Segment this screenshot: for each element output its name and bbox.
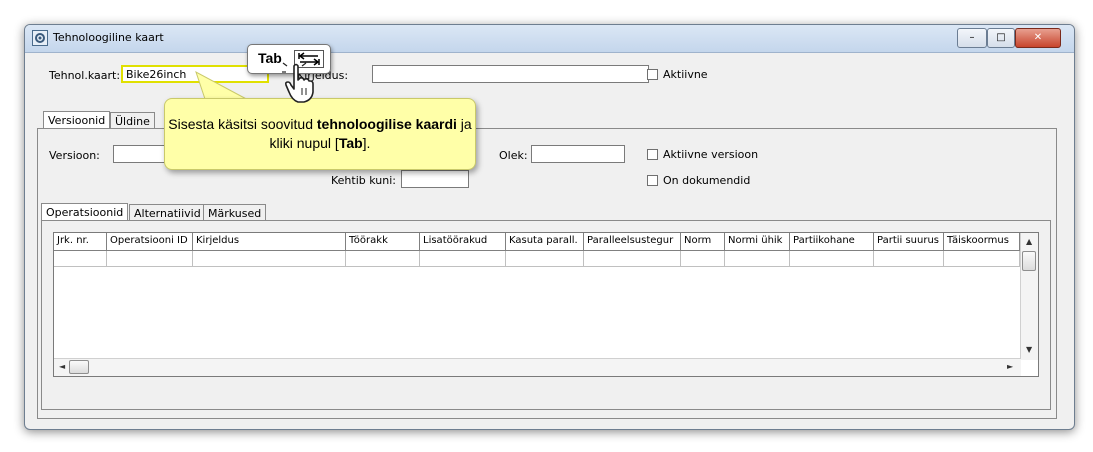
callout-pointer-cover [188, 68, 206, 78]
versioon-label: Versioon: [49, 149, 100, 162]
grid-header: Jrk. nr. Operatsiooni ID Kirjeldus Tööra… [54, 233, 1020, 251]
col-kasuta-parall[interactable]: Kasuta parall. [506, 233, 584, 251]
aktiivne-versioon-checkbox[interactable] [647, 149, 658, 160]
col-norm[interactable]: Norm [681, 233, 725, 251]
col-jrk-nr[interactable]: Jrk. nr. [54, 233, 107, 251]
on-dokumendid-label: On dokumendid [663, 174, 751, 187]
kirjeldus-input[interactable] [372, 65, 649, 83]
callout-bold-1: tehnoloogilise kaardi [316, 116, 457, 132]
callout-text-part1: Sisesta käsitsi soovitud [168, 116, 317, 132]
hand-pointer-icon [282, 62, 314, 103]
scroll-left-icon[interactable]: ◄ [59, 362, 65, 371]
callout-text-part3: ]. [362, 135, 371, 151]
col-normi-uhik[interactable]: Normi ühik [725, 233, 790, 251]
horizontal-scrollbar[interactable]: ◄ ► [54, 358, 1021, 376]
vertical-scrollbar[interactable]: ▲ ▼ [1020, 233, 1038, 360]
scroll-down-icon[interactable]: ▼ [1026, 345, 1032, 354]
maximize-button[interactable]: □ [987, 28, 1015, 48]
aktiivne-checkbox[interactable] [647, 69, 658, 80]
col-lisatoorakud[interactable]: Lisatöörakud [420, 233, 506, 251]
callout-bold-2: Tab [338, 135, 363, 151]
instruction-callout: Sisesta käsitsi soovitud tehnoloogilise … [164, 98, 476, 170]
tab-operatsioonid[interactable]: Operatsioonid [41, 203, 129, 221]
operations-grid[interactable]: Jrk. nr. Operatsiooni ID Kirjeldus Tööra… [53, 232, 1039, 377]
col-partiikohane[interactable]: Partiikohane [790, 233, 874, 251]
col-kirjeldus[interactable]: Kirjeldus [193, 233, 346, 251]
col-partii-suurus[interactable]: Partii suurus [874, 233, 944, 251]
kehtib-kuni-input[interactable] [401, 170, 469, 188]
close-button[interactable]: ✕ [1015, 28, 1061, 48]
kehtib-kuni-label: Kehtib kuni: [331, 174, 396, 187]
col-operatsiooni-id[interactable]: Operatsiooni ID [107, 233, 193, 251]
versioon-input[interactable] [113, 145, 169, 163]
table-row[interactable] [54, 251, 1020, 267]
gear-app-icon [32, 30, 48, 46]
col-taiskoormus[interactable]: Täiskoormus [944, 233, 1020, 251]
aktiivne-label: Aktiivne [663, 68, 708, 81]
olek-input[interactable] [531, 145, 625, 163]
minimize-button[interactable]: – [957, 28, 987, 48]
col-toorakk[interactable]: Töörakk [346, 233, 420, 251]
olek-label: Olek: [499, 149, 528, 162]
tehnol-kaart-label: Tehnol.kaart: [49, 69, 121, 82]
window-title: Tehnoloogiline kaart [53, 31, 164, 44]
title-bar: Tehnoloogiline kaart – □ ✕ [25, 25, 1074, 53]
on-dokumendid-checkbox[interactable] [647, 175, 658, 186]
tab-key-label: Tab [258, 50, 282, 66]
horizontal-scroll-thumb[interactable] [69, 360, 89, 374]
callout-text: Sisesta käsitsi soovitud tehnoloogilise … [165, 115, 475, 153]
tab-versioonid[interactable]: Versioonid [43, 111, 111, 129]
vertical-scroll-thumb[interactable] [1022, 251, 1036, 271]
col-paralleelsustegur[interactable]: Paralleelsustegur [584, 233, 681, 251]
aktiivne-versioon-label: Aktiivne versioon [663, 148, 759, 161]
scroll-up-icon[interactable]: ▲ [1026, 237, 1032, 246]
scroll-right-icon[interactable]: ► [1007, 362, 1013, 371]
tehnoloogiline-kaart-window: Tehnoloogiline kaart – □ ✕ Tehnol.kaart:… [24, 24, 1075, 430]
